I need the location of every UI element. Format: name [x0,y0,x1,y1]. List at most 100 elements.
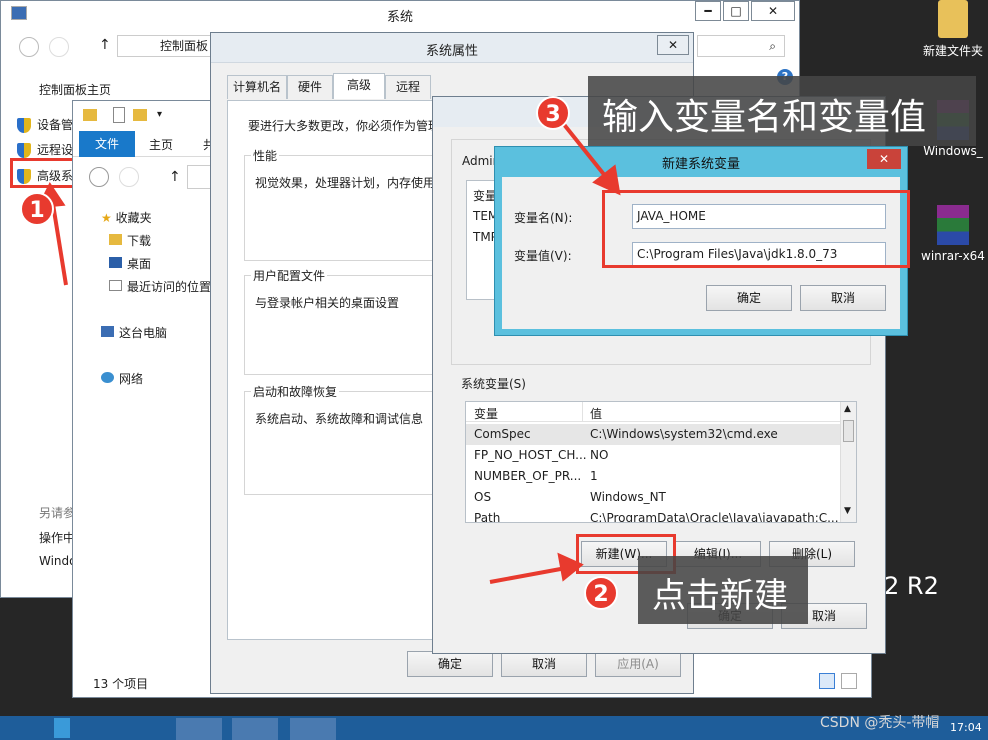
explorer-back-icon[interactable] [89,167,109,187]
system-window-title: 系统 [386,10,413,25]
nav-device-manager[interactable]: 设备管 [17,116,73,133]
ribbon-tab-home[interactable]: 主页 [149,136,173,153]
taskbar-clock[interactable]: 17:04 [950,721,982,734]
table-header: 变量 值 [466,402,840,422]
close-button[interactable]: ✕ [751,1,795,21]
row-name: OS [474,490,492,504]
properties-icon[interactable] [113,107,125,123]
maximize-button[interactable]: □ [723,1,749,21]
network-icon [101,372,114,383]
forward-icon[interactable] [49,37,69,57]
row-name: FP_NO_HOST_CH... [474,448,587,462]
shield-icon [17,118,31,133]
tree-recent[interactable]: 最近访问的位置 [109,278,211,295]
close-button[interactable]: ✕ [867,149,901,169]
nav-remote-settings[interactable]: 远程设 [17,141,73,158]
row-value: Windows_NT [590,490,666,504]
table-row[interactable]: OS Windows_NT [466,487,840,508]
large-icons-view-icon[interactable] [841,673,857,689]
group-desc: 与登录帐户相关的桌面设置 [255,296,400,310]
close-button[interactable]: ✕ [657,35,689,55]
table-row[interactable]: Path C:\ProgramData\Oracle\Java\javapath;… [466,508,840,523]
star-icon: ★ [101,211,116,225]
tab-computer-name[interactable]: 计算机名 [227,75,287,99]
apply-button[interactable]: 应用(A) [595,651,681,677]
var-value-label: 变量值(V): [514,249,572,263]
group-desc: 视觉效果，处理器计划，内存使用 [255,176,436,190]
see-also-heading: 另请参 [39,506,76,520]
explorer-forward-icon[interactable] [119,167,139,187]
system-variables-table[interactable]: 变量 值 ComSpec C:\Windows\system32\cmd.exe … [465,401,857,523]
os-edition-text: 2 R2 [884,572,939,600]
tree-desktop[interactable]: 桌面 [109,255,151,272]
col-header-variable[interactable]: 变量 [474,405,498,422]
scroll-down-icon[interactable]: ▼ [844,506,851,516]
tree-this-pc[interactable]: 这台电脑 [101,324,167,341]
row-name: Path [474,511,501,523]
desktop-icon [109,257,122,268]
tab-remote[interactable]: 远程 [385,75,431,99]
ok-button[interactable]: 确定 [407,651,493,677]
desktop-icon-label: winrar-x64 [921,249,985,263]
step-2-badge: 2 [584,576,618,610]
ok-button[interactable]: 确定 [706,285,792,311]
address-text: 控制面板 [160,39,209,53]
row-value: NO [590,448,609,462]
ribbon-tab-file[interactable]: 文件 [79,131,135,157]
table-row[interactable]: NUMBER_OF_PR... 1 [466,466,840,487]
back-icon[interactable] [19,37,39,57]
see-also-action-center[interactable]: 操作中 [39,529,75,546]
vertical-scrollbar[interactable]: ▲ ▼ [840,402,856,522]
details-view-icon[interactable] [819,673,835,689]
step-1-badge: 1 [20,192,54,226]
step-2-callout-text: 点击新建 [652,576,788,616]
new-var-titlebar[interactable]: 新建系统变量 ✕ [495,147,907,175]
cancel-button[interactable]: 取消 [800,285,886,311]
download-folder-icon [109,234,122,245]
taskbar-explorer-icon[interactable] [176,718,222,740]
nav-label: 设备管 [37,118,74,132]
new-folder-icon[interactable] [133,109,147,121]
table-row[interactable]: ComSpec C:\Windows\system32\cmd.exe [466,424,840,445]
table-row[interactable]: FP_NO_HOST_CH... NO [466,445,840,466]
group-desc: 系统启动、系统故障和调试信息 [255,412,424,426]
control-panel-home-link[interactable]: 控制面板主页 [39,81,111,98]
group-title: 性能 [251,147,280,164]
tab-advanced[interactable]: 高级 [333,73,385,99]
cancel-button[interactable]: 取消 [501,651,587,677]
recent-icon [109,280,122,291]
desktop-icon-folder[interactable]: 新建文件夹 [918,0,988,59]
taskbar-system-icon[interactable] [290,718,336,740]
group-title: 启动和故障恢复 [251,383,340,400]
system-properties-titlebar[interactable]: 系统属性 ✕ [211,33,693,63]
step-3-callout-text: 输入变量名和变量值 [602,97,927,138]
desktop-icon-winrar-2[interactable]: winrar-x64 [918,205,988,263]
tree-label: 下载 [127,234,152,248]
address-bar[interactable]: 控制面板 [117,35,217,57]
tree-downloads[interactable]: 下载 [109,232,151,249]
see-also-windows-update[interactable]: Windo [39,554,77,568]
folder-icon [938,0,968,38]
row-value: C:\Windows\system32\cmd.exe [590,427,778,441]
start-button[interactable] [54,718,70,738]
row-name: ComSpec [474,427,531,441]
system-window-titlebar[interactable]: 系统 ━ □ ✕ [1,1,799,27]
dropdown-icon[interactable]: ▾ [157,109,162,120]
taskbar-server-manager-icon[interactable] [232,718,278,740]
search-icon: ⌕ [769,39,776,53]
col-header-value[interactable]: 值 [590,405,602,422]
tab-hardware[interactable]: 硬件 [287,75,333,99]
tree-network[interactable]: 网络 [101,370,143,387]
tree-label: 桌面 [127,257,152,271]
scroll-up-icon[interactable]: ▲ [844,404,851,414]
up-icon[interactable]: ↑ [99,37,111,53]
tree-favorites[interactable]: ★ 收藏夹 [101,209,152,226]
search-box[interactable]: ⌕ [697,35,785,57]
row-value: C:\ProgramData\Oracle\Java\javapath;C... [590,511,839,523]
minimize-button[interactable]: ━ [695,1,721,21]
explorer-up-icon[interactable]: ↑ [169,169,181,185]
step-3-badge: 3 [536,96,570,130]
system-properties-title: 系统属性 [425,44,478,59]
tree-label: 收藏夹 [115,211,152,225]
scroll-thumb[interactable] [843,420,854,442]
